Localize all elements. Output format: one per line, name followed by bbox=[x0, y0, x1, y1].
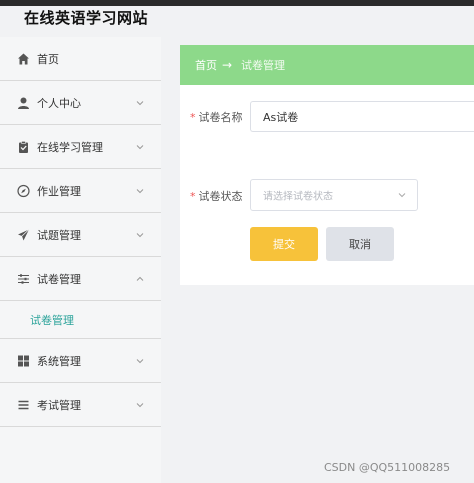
home-icon bbox=[17, 52, 30, 65]
submit-button[interactable]: 提交 bbox=[250, 227, 318, 261]
paper-status-placeholder: 请选择试卷状态 bbox=[263, 191, 333, 203]
chevron-down-icon bbox=[136, 144, 144, 149]
breadcrumb-separator: → bbox=[222, 58, 233, 72]
sidebar-item-label: 个人中心 bbox=[37, 96, 81, 110]
sidebar-item-label: 系统管理 bbox=[37, 354, 81, 368]
send-icon bbox=[17, 228, 30, 241]
chevron-down-icon bbox=[136, 402, 144, 407]
paper-status-select[interactable]: 请选择试卷状态 bbox=[250, 179, 418, 211]
paper-status-label-text: 试卷状态 bbox=[198, 190, 243, 203]
sidebar-item-homework[interactable]: 作业管理 bbox=[0, 169, 161, 213]
sidebar: 首页 个人中心 在线学习管理 作业管理 试题管理 试卷管理 试卷管理 系统管理 … bbox=[0, 37, 161, 483]
paper-name-input[interactable] bbox=[250, 101, 474, 132]
sidebar-item-home[interactable]: 首页 bbox=[0, 37, 161, 81]
breadcrumb: 首页 → 试卷管理 bbox=[180, 45, 474, 85]
site-title: 在线英语学习网站 bbox=[24, 9, 149, 27]
breadcrumb-current: 试卷管理 bbox=[241, 59, 285, 72]
sidebar-item-system[interactable]: 系统管理 bbox=[0, 339, 161, 383]
chevron-down-icon bbox=[136, 100, 144, 105]
sidebar-item-label: 考试管理 bbox=[37, 398, 81, 412]
required-mark: * bbox=[190, 190, 196, 203]
window-top-bar bbox=[0, 0, 474, 6]
chevron-down-icon bbox=[136, 358, 144, 363]
sliders-icon bbox=[17, 272, 30, 285]
chevron-down-icon bbox=[398, 193, 406, 198]
watermark: CSDN @QQ511008285 bbox=[324, 461, 451, 474]
clipboard-icon bbox=[17, 140, 30, 153]
chevron-down-icon bbox=[136, 232, 144, 237]
list-icon bbox=[17, 398, 30, 411]
sidebar-item-online-study[interactable]: 在线学习管理 bbox=[0, 125, 161, 169]
sidebar-item-profile[interactable]: 个人中心 bbox=[0, 81, 161, 125]
chevron-down-icon bbox=[136, 188, 144, 193]
sidebar-subitem-label: 试卷管理 bbox=[30, 313, 74, 327]
chevron-up-icon bbox=[136, 276, 144, 281]
sidebar-item-papers[interactable]: 试卷管理 bbox=[0, 257, 161, 301]
paper-name-label-text: 试卷名称 bbox=[198, 111, 243, 124]
sidebar-item-label: 试卷管理 bbox=[37, 272, 81, 286]
user-icon bbox=[17, 96, 30, 109]
compass-icon bbox=[17, 184, 30, 197]
paper-name-label: * 试卷名称 bbox=[190, 109, 243, 125]
breadcrumb-home-link[interactable]: 首页 bbox=[195, 57, 217, 73]
sidebar-subitem-papers[interactable]: 试卷管理 bbox=[0, 301, 161, 339]
sidebar-item-questions[interactable]: 试题管理 bbox=[0, 213, 161, 257]
cancel-button[interactable]: 取消 bbox=[326, 227, 394, 261]
grid-icon bbox=[17, 354, 30, 367]
sidebar-item-label: 试题管理 bbox=[37, 228, 81, 242]
paper-status-label: * 试卷状态 bbox=[190, 188, 243, 204]
sidebar-item-label: 作业管理 bbox=[37, 184, 81, 198]
required-mark: * bbox=[190, 111, 196, 124]
sidebar-item-label: 首页 bbox=[37, 52, 59, 66]
sidebar-item-label: 在线学习管理 bbox=[37, 140, 103, 154]
sidebar-item-exams[interactable]: 考试管理 bbox=[0, 383, 161, 427]
